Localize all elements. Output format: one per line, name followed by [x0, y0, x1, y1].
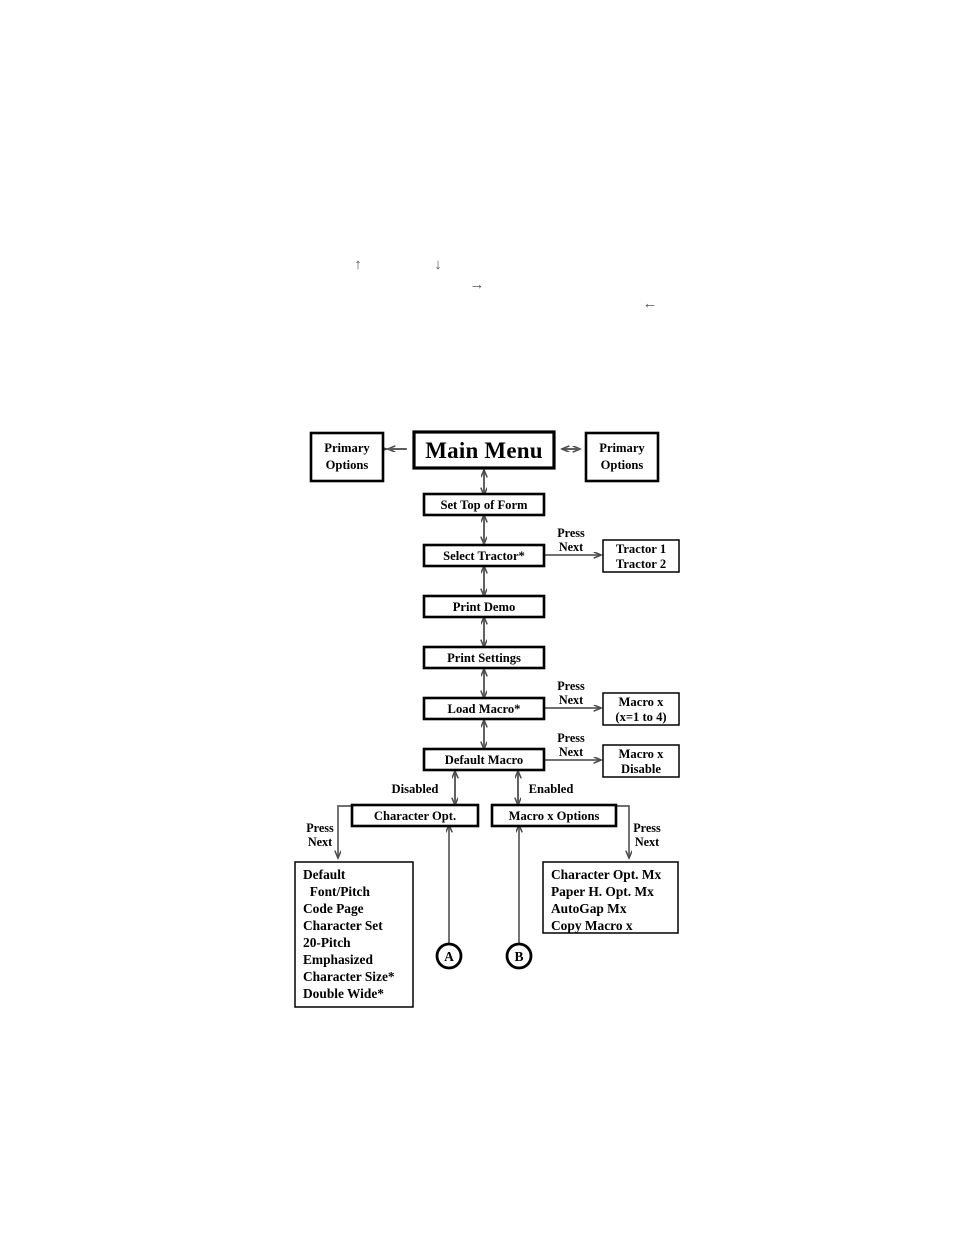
primary-options-left-line1: Primary — [324, 441, 370, 455]
primary-options-right-line2: Options — [601, 458, 644, 472]
branch-node-character-opt[interactable]: Character Opt. — [350, 803, 480, 828]
chain-label-default-macro: Default Macro — [445, 753, 523, 767]
page-canvas: ↑ ↓ → ← Primary Options Main Menu Primar… — [0, 0, 954, 1235]
press-next-characteropt-line1: Press — [306, 821, 334, 835]
chain-label-print-demo: Print Demo — [453, 600, 516, 614]
left-arrow-glyph: ← — [643, 296, 658, 312]
option-list-macro-x-options[interactable]: Character Opt. Mx Paper H. Opt. Mx AutoG… — [542, 861, 679, 934]
side-node-tractor-options[interactable]: Tractor 1 Tractor 2 — [602, 539, 680, 573]
up-arrow-glyph: ↑ — [354, 257, 362, 273]
macro-option-item-2: AutoGap Mx — [551, 901, 627, 916]
connector-marker-b[interactable]: B — [505, 942, 533, 970]
option-item-5: Emphasized — [303, 952, 373, 967]
edge-label-press-next-character-opt: Press Next — [306, 821, 334, 849]
main-menu-label: Main Menu — [425, 438, 542, 463]
option-item-0: Default — [303, 867, 346, 882]
macro-x-range-line1: Macro x — [619, 695, 665, 709]
tractor-options-line2: Tractor 2 — [616, 557, 666, 571]
option-item-1: Font/Pitch — [303, 884, 370, 899]
option-item-6: Character Size* — [303, 969, 395, 984]
connector-marker-a[interactable]: A — [435, 942, 463, 970]
macro-x-range-line2: (x=1 to 4) — [615, 710, 666, 724]
chain-label-print-settings: Print Settings — [447, 651, 521, 665]
edge-label-press-next-default-macro: Press Next — [557, 731, 585, 759]
primary-options-left-line2: Options — [326, 458, 369, 472]
chain-node-default-macro[interactable]: Default Macro — [422, 747, 546, 772]
chain-node-print-demo[interactable]: Print Demo — [422, 594, 546, 619]
press-next-tractor-line1: Press — [557, 526, 585, 540]
chain-node-print-settings[interactable]: Print Settings — [422, 645, 546, 670]
side-node-macro-x-range[interactable]: Macro x (x=1 to 4) — [602, 692, 680, 726]
macro-option-item-1: Paper H. Opt. Mx — [551, 884, 654, 899]
edge-label-press-next-tractor: Press Next — [557, 526, 585, 554]
primary-options-right-box[interactable]: Primary Options — [584, 431, 660, 483]
edge-label-press-next-load-macro: Press Next — [557, 679, 585, 707]
option-item-3: Character Set — [303, 918, 383, 933]
chain-label-select-tractor: Select Tractor* — [443, 549, 525, 563]
side-node-macro-x-disable[interactable]: Macro x Disable — [602, 744, 680, 778]
press-next-defaultmacro-line2: Next — [559, 745, 583, 759]
primary-options-right-line1: Primary — [599, 441, 645, 455]
menu-flow-diagram: ↑ ↓ → ← Primary Options Main Menu Primar… — [294, 257, 680, 1008]
branch-label-macro-x-options: Macro x Options — [509, 809, 600, 823]
main-menu-box[interactable]: Main Menu — [412, 430, 556, 470]
macro-x-disable-line2: Disable — [621, 762, 661, 776]
chain-node-set-top-of-form[interactable]: Set Top of Form — [422, 492, 546, 517]
press-next-characteropt-line2: Next — [308, 835, 332, 849]
macro-option-item-0: Character Opt. Mx — [551, 867, 662, 882]
down-arrow-glyph: ↓ — [434, 257, 442, 273]
press-next-macroxoptions-line1: Press — [633, 821, 661, 835]
branch-condition-disabled: Disabled — [392, 782, 439, 796]
branch-condition-enabled: Enabled — [529, 782, 574, 796]
macro-x-disable-line1: Macro x — [619, 747, 665, 761]
press-next-loadmacro-line1: Press — [557, 679, 585, 693]
edge-label-press-next-macro-x-options: Press Next — [633, 821, 661, 849]
right-arrow-glyph: → — [470, 277, 485, 293]
connector-characteropt-to-list — [338, 805, 352, 858]
branch-node-macro-x-options[interactable]: Macro x Options — [490, 803, 618, 828]
press-next-tractor-line2: Next — [559, 540, 583, 554]
connector-marker-b-label: B — [514, 949, 523, 964]
primary-options-left-box[interactable]: Primary Options — [309, 431, 385, 483]
chain-node-load-macro[interactable]: Load Macro* — [422, 696, 546, 721]
press-next-loadmacro-line2: Next — [559, 693, 583, 707]
macro-option-item-3: Copy Macro x — [551, 918, 633, 933]
option-list-character-opt[interactable]: Default Font/Pitch Code Page Character S… — [294, 861, 414, 1008]
press-next-macroxoptions-line2: Next — [635, 835, 659, 849]
option-item-4: 20-Pitch — [303, 935, 351, 950]
tractor-options-line1: Tractor 1 — [616, 542, 666, 556]
chain-node-select-tractor[interactable]: Select Tractor* — [422, 543, 546, 568]
press-next-defaultmacro-line1: Press — [557, 731, 585, 745]
option-item-7: Double Wide* — [303, 986, 384, 1001]
chain-label-set-top-of-form: Set Top of Form — [440, 498, 528, 512]
chain-label-load-macro: Load Macro* — [448, 702, 521, 716]
branch-label-character-opt: Character Opt. — [374, 809, 456, 823]
connector-marker-a-label: A — [444, 949, 454, 964]
option-item-2: Code Page — [303, 901, 364, 916]
